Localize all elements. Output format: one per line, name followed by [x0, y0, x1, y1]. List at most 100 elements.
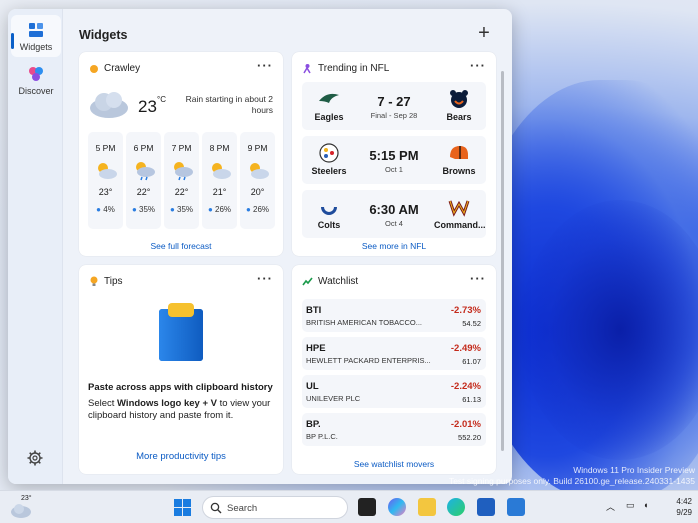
add-widget-button[interactable]: +	[473, 23, 495, 45]
widgets-rail: Widgets Discover	[8, 9, 63, 484]
game-date: Oct 1	[385, 165, 403, 174]
rail-label: Discover	[18, 86, 54, 96]
tips-header: Tips	[89, 276, 123, 287]
score-text: 7 - 27	[377, 94, 411, 109]
edge-browser-icon[interactable]	[447, 498, 465, 516]
stock-row[interactable]: HPE HEWLETT PACKARD ENTERPRIS... -2.49% …	[302, 337, 486, 370]
watchlist-title: Watchlist	[318, 276, 359, 287]
hour-time: 7 PM	[171, 143, 192, 153]
stock-row[interactable]: BTI BRITISH AMERICAN TOBACCO... -2.73% 5…	[302, 299, 486, 332]
hour-temp: 21°	[212, 187, 227, 197]
scrollbar[interactable]	[501, 71, 504, 451]
hour-time: 8 PM	[209, 143, 230, 153]
hourly-forecast-item[interactable]: 9 PM 20° ● 26%	[240, 132, 275, 229]
weather-description: Rain starting in about 2 hours	[185, 94, 273, 115]
commanders-logo-icon	[448, 200, 470, 217]
nfl-header: Trending in NFL	[302, 63, 389, 74]
outlook-icon[interactable]	[507, 498, 525, 516]
hour-temp: 20°	[250, 187, 265, 197]
discover-icon	[29, 67, 43, 81]
clock-date: 9/29	[676, 508, 692, 517]
tip-heading: Paste across apps with clipboard history	[88, 382, 273, 393]
raindrop-icon: ●	[245, 205, 251, 214]
sports-icon	[303, 64, 311, 74]
nfl-title: Trending in NFL	[318, 63, 390, 74]
partly-cloudy-icon	[249, 163, 269, 179]
search-placeholder: Search	[227, 503, 258, 514]
see-full-forecast-link[interactable]: See full forecast	[79, 241, 283, 251]
volume-icon[interactable]: ◖	[643, 500, 648, 510]
hourly-forecast-item[interactable]: 5 PM 23° ● 4%	[88, 132, 123, 229]
rail-item-discover[interactable]: Discover	[11, 59, 61, 101]
cloud-icon	[90, 92, 128, 118]
tips-more-button[interactable]: ···	[257, 271, 273, 286]
active-indicator	[11, 33, 14, 49]
stock-name: HEWLETT PACKARD ENTERPRIS...	[306, 356, 431, 365]
tips-card[interactable]: Tips ··· Paste across apps with clipboar…	[79, 265, 283, 474]
stock-change: -2.24%	[450, 381, 481, 392]
store-icon[interactable]	[477, 498, 495, 516]
nfl-card[interactable]: Trending in NFL ··· Eagles 7 - 27 Final …	[292, 52, 496, 256]
network-icon[interactable]: ▭	[626, 500, 635, 511]
hourly-forecast-item[interactable]: 8 PM 21° ● 26%	[202, 132, 237, 229]
watchlist-more-button[interactable]: ···	[470, 271, 486, 286]
raindrop-icon: ●	[131, 205, 137, 214]
team-name: Browns	[442, 166, 476, 176]
rain-icon	[135, 162, 155, 181]
game-status: Final - Sep 28	[370, 111, 418, 120]
game-row[interactable]: Eagles 7 - 27 Final - Sep 28 Bears	[302, 82, 486, 130]
weather-card[interactable]: Crawley ··· 23 °C Rain starting in about…	[79, 52, 283, 256]
settings-gear-icon[interactable]	[26, 449, 44, 467]
colts-logo-icon	[321, 207, 337, 215]
hourly-forecast-item[interactable]: 7 PM 22° ● 35%	[164, 132, 199, 229]
rail-item-widgets[interactable]: Widgets	[11, 15, 61, 57]
weather-more-button[interactable]: ···	[257, 58, 273, 73]
game-row[interactable]: Colts 6:30 AM Oct 4 Command...	[302, 190, 486, 238]
stock-row[interactable]: BP. BP P.L.C. -2.01% 552.20	[302, 413, 486, 446]
temperature-unit: °C	[157, 95, 166, 104]
hourly-forecast-item[interactable]: 6 PM 22° ● 35%	[126, 132, 161, 229]
watchlist-card[interactable]: Watchlist ··· BTI BRITISH AMERICAN TOBAC…	[292, 265, 496, 474]
stock-row[interactable]: UL UNILEVER PLC -2.24% 61.13	[302, 375, 486, 408]
hour-temp: 22°	[174, 187, 189, 197]
home-team: Eagles	[304, 82, 354, 122]
watermark-line: Test signing purposes only. Build 26100.…	[448, 476, 695, 486]
watchlist-header: Watchlist	[302, 276, 358, 287]
game-row[interactable]: Steelers 5:15 PM Oct 1 Browns	[302, 136, 486, 184]
game-score: 5:15 PM Oct 1	[359, 136, 429, 174]
stock-change: -2.01%	[450, 419, 481, 430]
rain-icon	[173, 162, 193, 181]
team-name: Colts	[317, 220, 341, 230]
chevron-up-icon[interactable]: ︿	[606, 500, 615, 513]
copilot-icon[interactable]	[388, 498, 406, 516]
more-productivity-tips-link[interactable]: More productivity tips	[79, 451, 283, 462]
team-name: Eagles	[314, 112, 344, 122]
clock-time: 4:42	[676, 497, 692, 506]
search-icon	[210, 502, 222, 514]
taskbar-weather-button[interactable]: 23°	[10, 495, 34, 518]
widgets-board: Widgets + Crawley ··· 23 °C Rain startin…	[70, 9, 512, 484]
taskbar-search[interactable]: Search	[202, 496, 348, 519]
sun-icon	[90, 64, 98, 73]
windows-start-icon[interactable]	[174, 499, 191, 516]
see-more-nfl-link[interactable]: See more in NFL	[292, 241, 496, 251]
file-explorer-icon[interactable]	[418, 498, 436, 516]
hour-precip: 26%	[253, 205, 270, 214]
current-temperature: 23	[138, 97, 157, 116]
tips-title: Tips	[104, 276, 123, 287]
task-view-icon[interactable]	[358, 498, 376, 516]
stock-price: 54.52	[462, 319, 481, 328]
team-name: Command...	[434, 220, 486, 230]
taskbar: 23° Search ︿ ▭ ◖ 4:42 9/29	[0, 490, 698, 523]
bears-logo-icon	[450, 90, 468, 108]
stock-symbol: UL	[306, 381, 319, 392]
hour-time: 6 PM	[133, 143, 154, 153]
nfl-more-button[interactable]: ···	[470, 58, 486, 73]
rail-label: Widgets	[19, 42, 53, 52]
away-team: Command...	[434, 190, 486, 230]
stock-price: 61.13	[462, 395, 481, 404]
taskbar-clock[interactable]: 4:42 9/29	[662, 496, 692, 518]
stock-name: BRITISH AMERICAN TOBACCO...	[306, 318, 422, 327]
raindrop-icon: ●	[96, 205, 102, 214]
steelers-logo-icon	[319, 143, 339, 163]
